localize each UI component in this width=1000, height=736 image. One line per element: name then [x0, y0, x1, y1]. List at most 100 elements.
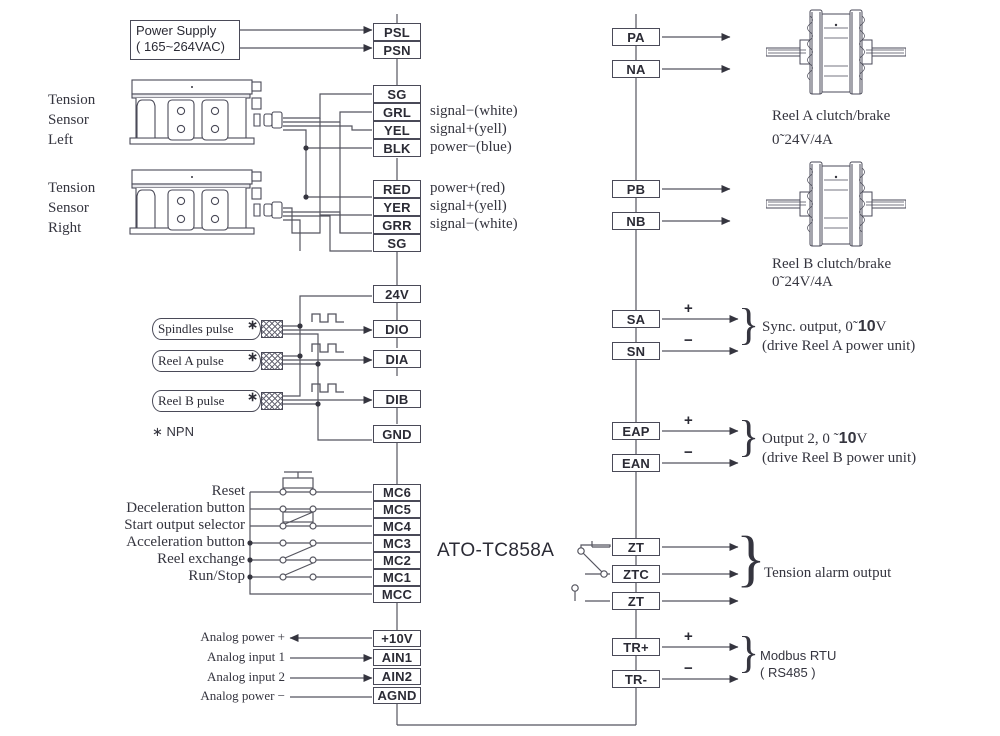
terminal-mc6[interactable]: MC6 — [373, 484, 421, 501]
pulse-sensor-connector — [261, 352, 283, 370]
output2-caption-c: V — [856, 431, 868, 447]
tension-sensor-right-line2: Sensor — [48, 200, 89, 216]
pulse-sensor-label: Reel A pulse — [158, 353, 224, 368]
pulse-sensor-label: Spindles pulse — [158, 321, 234, 336]
tension-sensor-right-illustration — [129, 169, 283, 235]
analog-label-power-minus: Analog power − — [200, 688, 285, 703]
terminal-mc2[interactable]: MC2 — [373, 552, 421, 569]
terminal-yer[interactable]: YER — [373, 198, 421, 216]
switch-label-acceleration: Acceleration button — [126, 534, 245, 550]
modbus-caption-line2: ( RS485 ) — [760, 665, 816, 680]
terminal-zt-top[interactable]: ZT — [612, 538, 660, 556]
terminal-eap[interactable]: EAP — [612, 422, 660, 440]
terminal-zt-bottom[interactable]: ZT — [612, 592, 660, 610]
sync-sign-positive: + — [684, 300, 693, 317]
sync-brace-icon: } — [738, 300, 760, 349]
signal-desc-yer: signal+(yell) — [430, 198, 507, 214]
signal-desc-yel: signal+(yell) — [430, 121, 507, 137]
terminal-tr-minus[interactable]: TR- — [612, 670, 660, 688]
terminal-psl[interactable]: PSL — [373, 23, 421, 41]
terminal-agnd[interactable]: AGND — [373, 687, 421, 704]
terminal-psn[interactable]: PSN — [373, 41, 421, 59]
terminal-nb[interactable]: NB — [612, 212, 660, 230]
sync-caption-a: Sync. output, 0˜ — [762, 319, 858, 335]
pulse-sensor-spindles[interactable]: Spindles pulse ∗ — [152, 317, 283, 340]
terminal-ain2[interactable]: AIN2 — [373, 668, 421, 685]
terminal-red[interactable]: RED — [373, 180, 421, 198]
signal-desc-blk: power−(blue) — [430, 139, 512, 155]
terminal-mc1[interactable]: MC1 — [373, 569, 421, 586]
terminal-blk[interactable]: BLK — [373, 139, 421, 157]
tension-sensor-left-line2: Sensor — [48, 112, 89, 128]
model-name: ATO-TC858A — [437, 540, 555, 561]
sync-caption-c: V — [875, 319, 887, 335]
tension-sensor-right-line3: Right — [48, 220, 82, 236]
sync-caption-b: 10 — [857, 318, 876, 335]
pulse-sensor-reel-b[interactable]: Reel B pulse ∗ — [152, 389, 283, 412]
analog-label-input-1: Analog input 1 — [207, 649, 285, 664]
npn-marker-icon: ∗ — [247, 349, 258, 364]
power-supply-box: Power Supply ( 165~264VAC) — [130, 20, 240, 60]
tension-sensor-left-line3: Left — [48, 132, 73, 148]
terminal-sa[interactable]: SA — [612, 310, 660, 328]
terminal-tr-plus[interactable]: TR+ — [612, 638, 660, 656]
terminal-grr[interactable]: GRR — [373, 216, 421, 234]
analog-label-input-2: Analog input 2 — [207, 669, 285, 684]
output2-caption-line1: Output 2, 0 ˜10V — [762, 430, 867, 448]
output2-caption-line2: (drive Reel B power unit) — [762, 450, 917, 466]
reel-a-clutch-brake-illustration — [766, 9, 906, 95]
terminal-mc4[interactable]: MC4 — [373, 518, 421, 535]
alarm-brace-icon: } — [736, 525, 766, 593]
tension-sensor-right-line1: Tension — [48, 180, 96, 196]
switch-label-reel-exchange: Reel exchange — [157, 551, 245, 567]
signal-desc-grl: signal−(white) — [430, 103, 518, 119]
npn-footnote: ∗ NPN — [152, 424, 194, 439]
npn-marker-icon: ∗ — [247, 389, 258, 404]
output2-sign-negative: − — [684, 444, 693, 461]
terminal-mc3[interactable]: MC3 — [373, 535, 421, 552]
terminal-dio[interactable]: DIO — [373, 320, 421, 338]
terminal-grl[interactable]: GRL — [373, 103, 421, 121]
terminal-24v[interactable]: 24V — [373, 285, 421, 303]
pulse-sensor-connector — [261, 320, 283, 338]
terminal-yel[interactable]: YEL — [373, 121, 421, 139]
terminal-sg-right[interactable]: SG — [373, 234, 421, 252]
terminal-pa[interactable]: PA — [612, 28, 660, 46]
tension-sensor-left-line1: Tension — [48, 92, 96, 108]
alarm-caption: Tension alarm output — [764, 565, 892, 581]
terminal-sn[interactable]: SN — [612, 342, 660, 360]
terminal-pb[interactable]: PB — [612, 180, 660, 198]
terminal-plus10v[interactable]: +10V — [373, 630, 421, 647]
switch-label-start-output: Start output selector — [124, 517, 245, 533]
terminal-sg-left[interactable]: SG — [373, 85, 421, 103]
pulse-sensor-reel-a[interactable]: Reel A pulse ∗ — [152, 349, 283, 372]
sync-caption-line2: (drive Reel A power unit) — [762, 338, 916, 354]
terminal-dib[interactable]: DIB — [373, 390, 421, 408]
output2-brace-icon: } — [738, 412, 760, 461]
sync-caption-line1: Sync. output, 0˜10V — [762, 318, 886, 336]
npn-marker-icon: ∗ — [247, 317, 258, 332]
sync-sign-negative: − — [684, 332, 693, 349]
output2-caption-b: 10 — [838, 430, 857, 447]
terminal-ztc[interactable]: ZTC — [612, 565, 660, 583]
output2-sign-positive: + — [684, 412, 693, 429]
modbus-sign-negative: − — [684, 660, 693, 677]
wiring-diagram: Power Supply ( 165~264VAC) PSL PSN SG GR… — [0, 0, 1000, 736]
switch-label-run-stop: Run/Stop — [188, 568, 245, 584]
modbus-caption-line1: Modbus RTU — [760, 648, 837, 663]
switch-label-reset: Reset — [211, 483, 245, 499]
terminal-na[interactable]: NA — [612, 60, 660, 78]
terminal-gnd[interactable]: GND — [373, 425, 421, 443]
output2-caption-a: Output 2, 0 ˜ — [762, 431, 839, 447]
switch-label-deceleration: Deceleration button — [126, 500, 245, 516]
reel-b-clutch-brake-illustration — [766, 161, 906, 247]
power-supply-line2: ( 165~264VAC) — [136, 39, 226, 54]
power-supply-line1: Power Supply — [136, 23, 217, 38]
terminal-ean[interactable]: EAN — [612, 454, 660, 472]
terminal-mc5[interactable]: MC5 — [373, 501, 421, 518]
terminal-mcc[interactable]: MCC — [373, 586, 421, 603]
tension-sensor-left-illustration — [129, 79, 283, 145]
terminal-ain1[interactable]: AIN1 — [373, 649, 421, 666]
terminal-dia[interactable]: DIA — [373, 350, 421, 368]
modbus-brace-icon: } — [738, 628, 760, 677]
